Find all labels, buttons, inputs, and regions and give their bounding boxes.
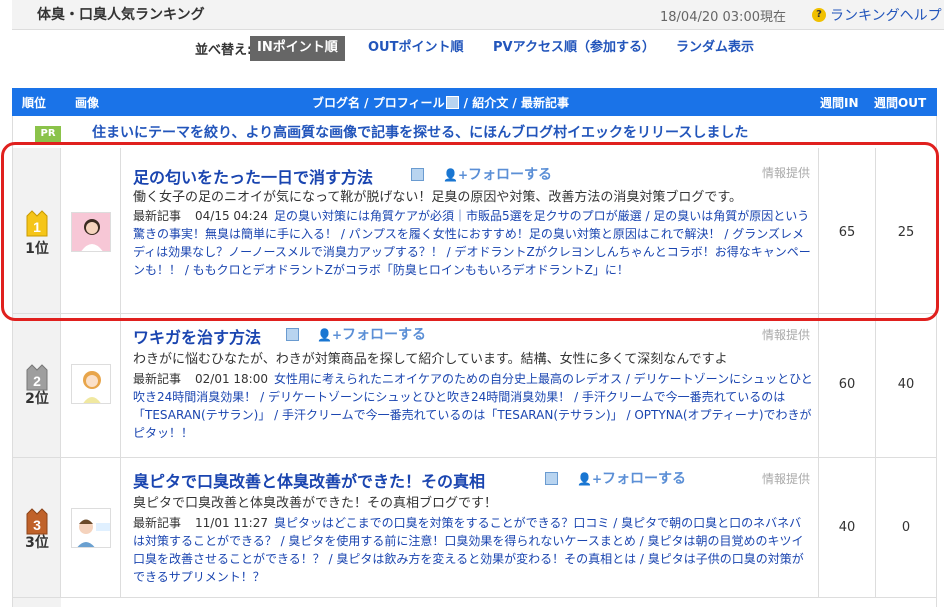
weekly-out-cell: 25: [876, 148, 936, 313]
col-header-main-prefix: ブログ名 / プロフィール: [312, 96, 445, 110]
latest-articles-label: 最新記事: [133, 209, 182, 223]
col-header-rank: 順位: [22, 96, 47, 110]
man-avatar-icon: [72, 509, 110, 547]
weekly-in-value: 60: [838, 377, 856, 392]
weekly-out-value: 0: [901, 520, 911, 535]
latest-articles-time: 02/01 18:00: [195, 372, 268, 386]
follow-icon: 👤+: [577, 472, 602, 486]
blog-title-link[interactable]: ワキガを治す方法: [133, 324, 261, 348]
rank-cell: 3 3位: [13, 458, 61, 597]
sort-label: 並べ替え:: [195, 43, 253, 58]
info-provided-link[interactable]: 情報提供: [762, 164, 810, 181]
col-header-weekly-in: 週間IN: [820, 96, 859, 110]
rank-cell: [13, 598, 61, 607]
latest-articles-time: 04/15 04:24: [195, 209, 268, 223]
col-header-weekly-out: 週間OUT: [874, 96, 927, 110]
weekly-in-cell: 65: [819, 148, 876, 313]
blog-info-cell: ワキガを治す方法 👤+フォローする 情報提供 わきがに悩むひなたが、わきが対策商…: [121, 314, 819, 457]
blog-description: わきがに悩むひなたが、わきが対策商品を探して紹介しています。結構、女性に多くて深…: [133, 352, 728, 367]
medal-number: 1: [33, 219, 41, 235]
ranking-help-link[interactable]: ランキングヘルプ: [830, 5, 942, 25]
latest-articles-label: 最新記事: [133, 516, 182, 530]
latest-articles: 最新記事 11/01 11:27 臭ピタッはどこまでの口臭を対策をすることができる？…: [133, 514, 813, 586]
pr-notice: PR 住まいにテーマを絞り、より高画質な画像で記事を探せる、にほんブログ村イエッ…: [12, 116, 937, 148]
sort-bar: 並べ替え: INポイント順 OUTポイント順 PVアクセス順（参加する） ランダ…: [0, 36, 944, 62]
blog-thumbnail[interactable]: [71, 212, 111, 252]
profile-icon: [445, 96, 459, 109]
weekly-out-cell: 40: [876, 314, 936, 457]
blog-thumbnail[interactable]: [71, 364, 111, 404]
woman-avatar-icon: [72, 213, 110, 251]
sort-out-points-link[interactable]: OUTポイント順: [368, 36, 463, 61]
latest-articles-time: 11/01 11:27: [195, 516, 268, 530]
rank-label: 3位: [25, 535, 49, 551]
ranking-timestamp: 18/04/20 03:00現在: [660, 10, 786, 25]
pr-notice-link[interactable]: 住まいにテーマを絞り、より高画質な画像で記事を探せる、にほんブログ村イエックをリ…: [92, 122, 748, 142]
rank-cell: 2 2位: [13, 314, 61, 457]
follow-label: フォローする: [468, 167, 552, 183]
weekly-out-value: 40: [897, 377, 915, 392]
page-title: 体臭・口臭人気ランキング: [37, 7, 205, 23]
sort-pv-access-link[interactable]: PVアクセス順（参加する）: [493, 36, 655, 61]
col-header-main-suffix: / 紹介文 / 最新記事: [459, 96, 569, 110]
follow-button[interactable]: 👤+フォローする: [317, 324, 426, 344]
col-header-image: 画像: [75, 96, 100, 110]
blog-info-cell: 臭ピタで口臭改善と体臭改善ができた！その真相 👤+フォローする 情報提供 臭ピタ…: [121, 458, 819, 597]
latest-articles-label: 最新記事: [133, 372, 182, 386]
info-provided-link[interactable]: 情報提供: [762, 326, 810, 343]
follow-icon: 👤+: [317, 328, 342, 342]
table-row: 1 1位 足の匂いをたった一日で消す方法 👤+フォローする 情報提供 働く女子の…: [12, 148, 937, 314]
info-provided-link[interactable]: 情報提供: [762, 470, 810, 487]
table-row-partial: [12, 598, 937, 607]
image-cell: [61, 148, 121, 313]
medal-number: 3: [33, 517, 41, 533]
profile-icon[interactable]: [411, 168, 424, 181]
follow-label: フォローする: [342, 327, 426, 343]
blog-description: 働く女子の足のニオイが気になって靴が脱げない！足臭の原因や対策、改善方法の消臭対…: [133, 190, 743, 205]
follow-button[interactable]: 👤+フォローする: [577, 468, 686, 488]
follow-label: フォローする: [602, 471, 686, 487]
follow-button[interactable]: 👤+フォローする: [443, 164, 552, 184]
table-row: 2 2位 ワキガを治す方法 👤+フォローする 情報提供 わきがに悩むひなたが、わ…: [12, 314, 937, 458]
girl-avatar-icon: [72, 365, 110, 403]
rank-cell: 1 1位: [13, 148, 61, 313]
sort-in-points-button[interactable]: INポイント順: [250, 36, 345, 61]
blog-thumbnail[interactable]: [71, 508, 111, 548]
table-row: 3 3位 臭ピタで口臭改善と体臭改善ができた！その真相 👤+フォローする 情報提…: [12, 458, 937, 598]
image-cell: [61, 314, 121, 457]
blog-title-link[interactable]: 臭ピタで口臭改善と体臭改善ができた！その真相: [133, 468, 485, 492]
image-cell: [61, 458, 121, 597]
follow-icon: 👤+: [443, 168, 468, 182]
col-header-main: ブログ名 / プロフィール / 紹介文 / 最新記事: [312, 94, 569, 111]
rank-1-medal-icon: 1: [26, 210, 48, 237]
blog-description: 臭ピタで口臭改善と体臭改善ができた！その真相ブログです！: [133, 496, 498, 511]
medal-number: 2: [33, 373, 41, 389]
blog-info-cell: 足の匂いをたった一日で消す方法 👤+フォローする 情報提供 働く女子の足のニオイ…: [121, 148, 819, 313]
weekly-in-value: 65: [838, 225, 856, 240]
profile-icon[interactable]: [545, 472, 558, 485]
weekly-in-cell: 40: [819, 458, 876, 597]
profile-icon[interactable]: [286, 328, 299, 341]
weekly-out-cell: 0: [876, 458, 936, 597]
ranking-header: 体臭・口臭人気ランキング 18/04/20 03:00現在 ? ランキングヘルプ: [12, 0, 944, 30]
weekly-out-value: 25: [897, 225, 915, 240]
blog-title-link[interactable]: 足の匂いをたった一日で消す方法: [133, 164, 373, 188]
table-header: 順位 画像 ブログ名 / プロフィール / 紹介文 / 最新記事 週間IN 週間…: [12, 88, 937, 116]
pr-badge: PR: [35, 126, 61, 142]
weekly-in-cell: 60: [819, 314, 876, 457]
help-icon[interactable]: ?: [812, 8, 826, 22]
latest-articles: 最新記事 02/01 18:00 女性用に考えられたニオイケアのための自分史上最高の…: [133, 370, 813, 442]
sort-random-link[interactable]: ランダム表示: [676, 36, 754, 61]
weekly-in-value: 40: [838, 520, 856, 535]
rank-label: 1位: [25, 241, 49, 257]
rank-label: 2位: [25, 391, 49, 407]
latest-articles: 最新記事 04/15 04:24 足の臭い対策には角質ケアが必須｜市販品5選を足クサ…: [133, 207, 813, 279]
